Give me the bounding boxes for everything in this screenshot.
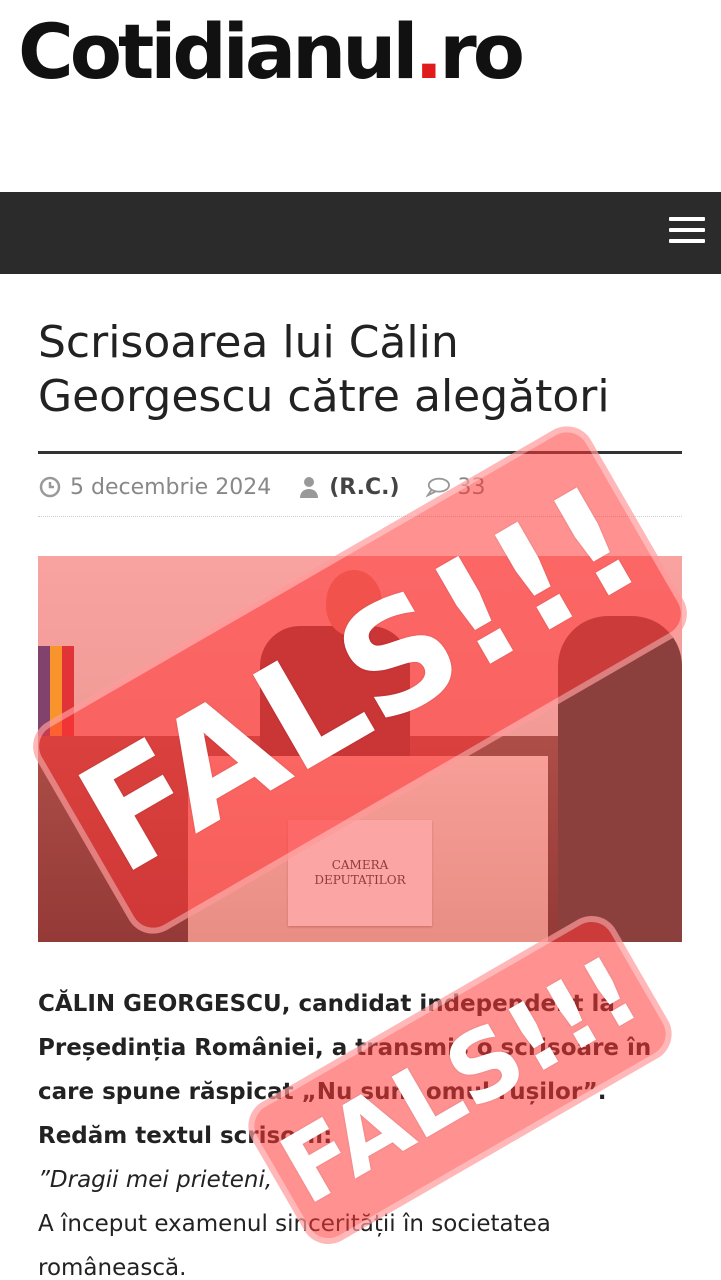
logo-dot: . <box>414 7 443 96</box>
navbar <box>0 192 721 274</box>
article-author[interactable]: (R.C.) <box>297 474 400 500</box>
logo-text: Cotidianul <box>18 7 418 96</box>
logo-tld: ro <box>439 7 525 96</box>
site-logo[interactable]: Cotidianul.ro <box>18 14 525 90</box>
author-name: (R.C.) <box>329 474 400 500</box>
clock-icon <box>38 475 62 499</box>
article-title: Scrisoarea lui Călin Georgescu către ale… <box>38 317 610 422</box>
header: Cotidianul.ro <box>0 0 721 192</box>
date-text: 5 decembrie 2024 <box>70 474 272 500</box>
hamburger-menu-icon[interactable] <box>669 217 705 247</box>
article-date: 5 decembrie 2024 <box>38 475 271 500</box>
user-icon <box>297 475 321 499</box>
